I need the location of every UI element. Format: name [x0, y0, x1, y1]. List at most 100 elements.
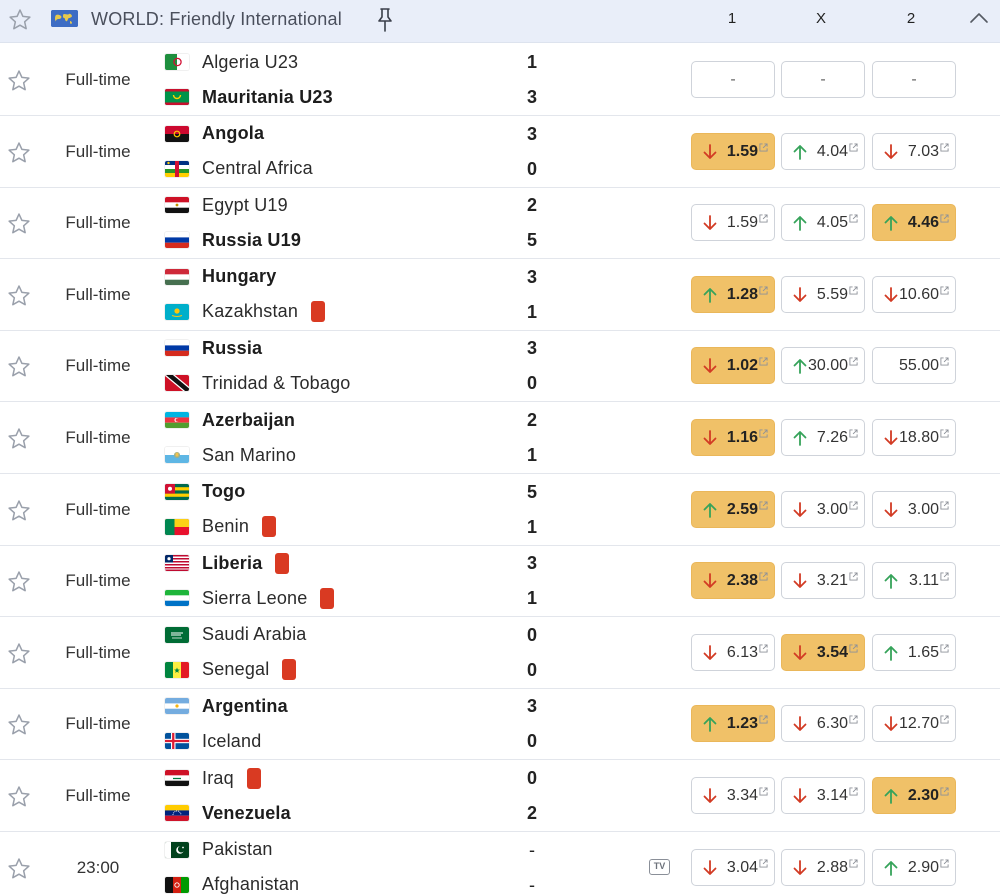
odds-button-x[interactable]: 30.00: [781, 347, 865, 385]
odds-button-x[interactable]: 4.05: [781, 204, 865, 242]
odds-button-2[interactable]: 12.70: [872, 705, 956, 743]
away-team[interactable]: Senegal: [165, 658, 297, 682]
away-team[interactable]: Central Africa: [165, 157, 313, 181]
favorite-star-icon[interactable]: [6, 498, 32, 529]
favorite-star-icon[interactable]: [6, 784, 32, 815]
odds-button-2[interactable]: 18.80: [872, 419, 956, 456]
odds-button-x[interactable]: 6.30: [781, 705, 865, 743]
home-team[interactable]: Egypt U19: [165, 193, 288, 217]
odds-button-x[interactable]: 4.04: [781, 132, 865, 170]
away-team[interactable]: Venezuela: [165, 801, 291, 825]
league-header[interactable]: WORLD: Friendly International 1 X 2: [0, 0, 1000, 43]
odds-button-2[interactable]: 55.00: [872, 347, 956, 385]
odds-button-x[interactable]: 3.14: [781, 777, 865, 814]
home-team[interactable]: Russia: [165, 336, 262, 360]
away-team[interactable]: Benin: [165, 515, 277, 539]
odds-button-2[interactable]: 3.11: [872, 562, 956, 600]
favorite-star-icon[interactable]: [6, 426, 32, 457]
odds-button-x[interactable]: 2.88: [781, 848, 865, 886]
favorite-star-icon[interactable]: [6, 283, 32, 314]
odds-button-2[interactable]: 2.30: [872, 777, 956, 814]
odds-button-1[interactable]: 1.02: [691, 347, 775, 385]
odds-button-2[interactable]: 3.00: [872, 490, 956, 528]
match-row[interactable]: Full-time Egypt U19 2 Russia U19 5 1.59 4.05 4.…: [0, 187, 1000, 260]
external-link-icon: [759, 783, 768, 801]
home-score: 3: [526, 338, 537, 359]
favorite-star-icon[interactable]: [6, 354, 32, 385]
home-team[interactable]: Saudi Arabia: [165, 623, 306, 647]
odds-button-1[interactable]: -: [691, 61, 775, 98]
match-row[interactable]: Full-time Iraq 0 Venezuela 2 3.34 3.14 2.30: [0, 760, 1000, 832]
odds-button-1[interactable]: 3.04: [691, 848, 775, 886]
odds-button-1[interactable]: 1.16: [691, 419, 775, 456]
home-team[interactable]: Hungary: [165, 265, 276, 289]
league-title[interactable]: WORLD: Friendly International: [91, 9, 342, 30]
odds-button-1[interactable]: 1.59: [691, 204, 775, 242]
away-team[interactable]: Russia U19: [165, 228, 301, 252]
favorite-star-icon[interactable]: [6, 68, 32, 99]
odds-button-1[interactable]: 1.23: [691, 705, 775, 743]
away-team[interactable]: San Marino: [165, 443, 296, 467]
home-team[interactable]: Togo: [165, 480, 245, 504]
home-score: 2: [526, 195, 537, 216]
tv-icon[interactable]: TV: [649, 858, 670, 875]
match-row[interactable]: Full-time Azerbaijan 2 San Marino 1 1.16 7.26 1…: [0, 402, 1000, 474]
odds-button-2[interactable]: 4.46: [872, 204, 956, 242]
chevron-up-icon[interactable]: [968, 10, 990, 31]
odds-button-1[interactable]: 2.59: [691, 490, 775, 528]
away-team[interactable]: Trinidad & Tobago: [165, 371, 351, 395]
odds-button-1[interactable]: 6.13: [691, 633, 775, 671]
favorite-star-icon[interactable]: [6, 712, 32, 743]
match-row[interactable]: Full-time Saudi Arabia 0 Senegal 0 6.13 3.54 1.…: [0, 617, 1000, 689]
home-team-name: Azerbaijan: [202, 409, 296, 430]
home-team[interactable]: Azerbaijan: [165, 408, 295, 432]
odds-button-x[interactable]: -: [781, 61, 865, 98]
odds-button-1[interactable]: 1.28: [691, 275, 775, 313]
match-row[interactable]: Full-time Angola 3 Central Africa 0 1.59 4.04 7…: [0, 116, 1000, 188]
favorite-star-icon[interactable]: [6, 641, 32, 672]
odds-button-1[interactable]: 3.34: [691, 777, 775, 814]
match-row[interactable]: Full-time Hungary 3 Kazakhstan 1 1.28 5.59 10.6…: [0, 259, 1000, 331]
external-link-icon: [849, 353, 858, 371]
odds-button-1[interactable]: 1.59: [691, 132, 775, 170]
odds-button-2[interactable]: 7.03: [872, 132, 956, 170]
odds-button-2[interactable]: 10.60: [872, 275, 956, 313]
external-link-icon: [849, 210, 858, 228]
odds-button-x[interactable]: 3.54: [781, 633, 865, 671]
away-team[interactable]: Kazakhstan: [165, 300, 326, 324]
away-team[interactable]: Afghanistan: [165, 873, 299, 894]
odds-button-1[interactable]: 2.38: [691, 562, 775, 600]
favorite-star-icon[interactable]: [6, 569, 32, 600]
away-team[interactable]: Mauritania U23: [165, 85, 333, 109]
home-team[interactable]: Angola: [165, 122, 264, 146]
away-team[interactable]: Iceland: [165, 729, 261, 753]
match-row[interactable]: Full-time Russia 3 Trinidad & Tobago 0 1.02 30…: [0, 330, 1000, 403]
favorite-star-icon[interactable]: [6, 856, 32, 887]
away-team[interactable]: Sierra Leone: [165, 586, 335, 610]
odds-button-2[interactable]: 1.65: [872, 633, 956, 671]
match-row[interactable]: Full-time Liberia 3 Sierra Leone 1 2.38 3.21 3.…: [0, 545, 1000, 618]
odds-value: 4.46: [907, 214, 939, 232]
odds-value: 2.38: [726, 572, 758, 590]
odds-button-2[interactable]: -: [872, 61, 956, 98]
match-row[interactable]: Full-time Togo 5 Benin 1 2.59 3.00 3.00: [0, 474, 1000, 546]
favorite-star-icon[interactable]: [6, 211, 32, 242]
pin-icon[interactable]: [375, 6, 395, 39]
odds-button-x[interactable]: 3.21: [781, 562, 865, 600]
match-row[interactable]: Full-time Argentina 3 Iceland 0 1.23 6.30 12.70: [0, 688, 1000, 761]
home-team[interactable]: Liberia: [165, 551, 290, 575]
favorite-star-icon[interactable]: [6, 140, 32, 171]
favorite-league-star-icon[interactable]: [7, 7, 33, 38]
odds-button-x[interactable]: 3.00: [781, 490, 865, 528]
central-africa-flag-icon: [165, 160, 189, 177]
odds-button-2[interactable]: 2.90: [872, 848, 956, 886]
odds-button-x[interactable]: 7.26: [781, 419, 865, 456]
match-row[interactable]: 23:00 Pakistan - Afghanistan - TV 3.04 2.88 2.90: [0, 832, 1000, 894]
odds-button-x[interactable]: 5.59: [781, 275, 865, 313]
home-team[interactable]: Pakistan: [165, 838, 273, 862]
match-row[interactable]: Full-time Algeria U23 1 Mauritania U23 3 - - -: [0, 44, 1000, 116]
home-team[interactable]: Algeria U23: [165, 50, 298, 74]
away-team-name: Benin: [202, 516, 250, 537]
home-team[interactable]: Argentina: [165, 694, 288, 718]
home-team[interactable]: Iraq: [165, 766, 261, 790]
